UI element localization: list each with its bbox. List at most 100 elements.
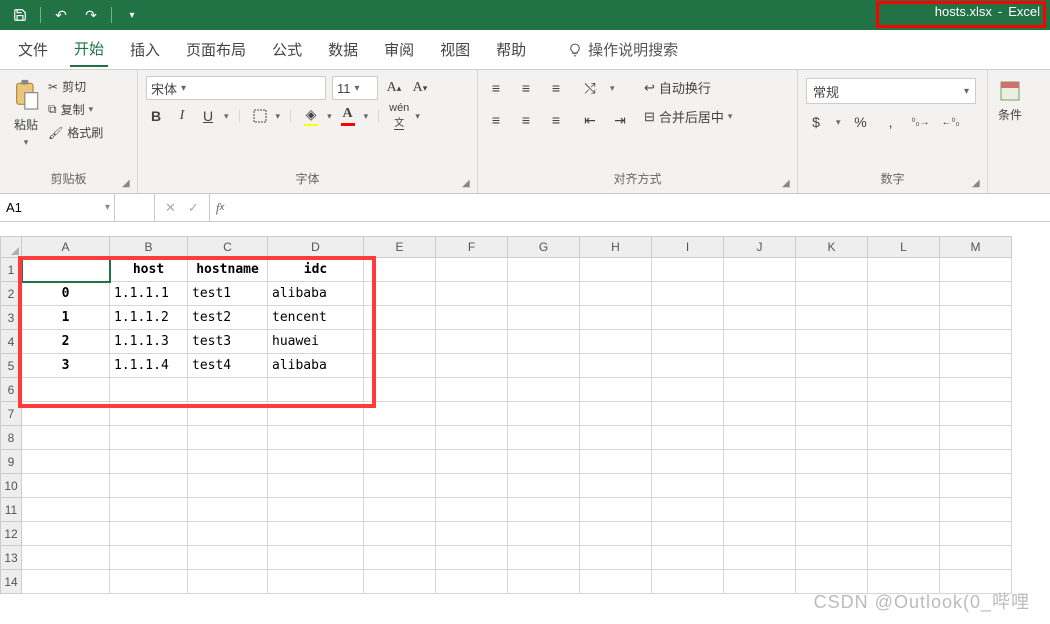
dialog-launcher-icon[interactable]: ◢	[972, 178, 984, 190]
cell[interactable]	[652, 426, 724, 450]
cell[interactable]: 1	[22, 306, 110, 330]
cell[interactable]	[268, 570, 364, 594]
cut-button[interactable]: ✂剪切	[48, 78, 103, 95]
cell[interactable]	[436, 258, 508, 282]
cell[interactable]	[110, 450, 188, 474]
cell[interactable]	[110, 546, 188, 570]
cell[interactable]	[508, 522, 580, 546]
currency-button[interactable]: $	[806, 112, 826, 132]
cell[interactable]	[268, 378, 364, 402]
wrap-text-button[interactable]: ↩自动换行	[644, 78, 732, 97]
cell[interactable]: host	[110, 258, 188, 282]
cell[interactable]	[724, 306, 796, 330]
align-top-icon[interactable]: ≡	[486, 78, 506, 98]
cell[interactable]	[724, 498, 796, 522]
cell[interactable]	[364, 498, 436, 522]
column-header[interactable]: M	[940, 236, 1012, 258]
enter-icon[interactable]: ✓	[188, 200, 199, 216]
undo-icon[interactable]: ↶	[51, 5, 71, 25]
align-right-icon[interactable]: ≡	[546, 110, 566, 130]
row-header[interactable]: 8	[0, 426, 22, 450]
cell[interactable]	[188, 426, 268, 450]
cell[interactable]	[268, 498, 364, 522]
cell[interactable]	[188, 498, 268, 522]
align-middle-icon[interactable]: ≡	[516, 78, 536, 98]
cell[interactable]	[268, 402, 364, 426]
font-name-select[interactable]: 宋体▾	[146, 76, 326, 100]
cell[interactable]	[580, 426, 652, 450]
cell[interactable]	[22, 474, 110, 498]
cell[interactable]	[868, 426, 940, 450]
tell-me-search[interactable]: 操作说明搜索	[568, 39, 678, 60]
column-header[interactable]: J	[724, 236, 796, 258]
bold-button[interactable]: B	[146, 106, 166, 126]
cell[interactable]	[364, 426, 436, 450]
decrease-decimal-button[interactable]: ←⁰₀	[941, 112, 961, 132]
cell[interactable]	[188, 450, 268, 474]
cell[interactable]	[724, 258, 796, 282]
cell[interactable]	[268, 426, 364, 450]
percent-button[interactable]: %	[851, 112, 871, 132]
number-format-select[interactable]: 常规▾	[806, 78, 976, 104]
cell[interactable]	[796, 402, 868, 426]
cell[interactable]	[940, 330, 1012, 354]
cell[interactable]: test1	[188, 282, 268, 306]
redo-icon[interactable]: ↷	[81, 5, 101, 25]
cell[interactable]: 3	[22, 354, 110, 378]
cell[interactable]	[796, 546, 868, 570]
cell[interactable]	[22, 426, 110, 450]
formula-input[interactable]	[230, 194, 1050, 221]
cell[interactable]: alibaba	[268, 354, 364, 378]
cell[interactable]	[508, 450, 580, 474]
cell[interactable]	[868, 306, 940, 330]
cell[interactable]	[268, 522, 364, 546]
row-header[interactable]: 11	[0, 498, 22, 522]
cell[interactable]	[22, 522, 110, 546]
cell[interactable]	[268, 546, 364, 570]
cell[interactable]	[724, 426, 796, 450]
cell[interactable]	[364, 546, 436, 570]
cell[interactable]	[110, 474, 188, 498]
cell[interactable]: 0	[22, 282, 110, 306]
cell[interactable]	[364, 282, 436, 306]
tab-review[interactable]: 审阅	[380, 33, 418, 66]
cell[interactable]	[868, 498, 940, 522]
cell[interactable]	[436, 498, 508, 522]
qat-customize-icon[interactable]: ▾	[122, 5, 142, 25]
row-header[interactable]: 9	[0, 450, 22, 474]
column-header[interactable]: I	[652, 236, 724, 258]
comma-button[interactable]: ,	[881, 112, 901, 132]
format-painter-button[interactable]: 🖌格式刷	[48, 124, 103, 141]
cell[interactable]	[364, 306, 436, 330]
cell[interactable]	[868, 378, 940, 402]
fx-label[interactable]: fx	[210, 194, 231, 221]
cell[interactable]	[940, 282, 1012, 306]
cell[interactable]	[796, 282, 868, 306]
row-header[interactable]: 13	[0, 546, 22, 570]
column-header[interactable]: D	[268, 236, 364, 258]
cell[interactable]	[22, 450, 110, 474]
column-header[interactable]: H	[580, 236, 652, 258]
cell[interactable]	[652, 498, 724, 522]
row-header[interactable]: 3	[0, 306, 22, 330]
cell[interactable]	[796, 378, 868, 402]
row-header[interactable]: 2	[0, 282, 22, 306]
cell[interactable]	[724, 570, 796, 594]
cell[interactable]	[364, 570, 436, 594]
tab-formulas[interactable]: 公式	[268, 33, 306, 66]
cell[interactable]	[652, 474, 724, 498]
cell[interactable]: 1.1.1.3	[110, 330, 188, 354]
cell[interactable]	[22, 402, 110, 426]
cell[interactable]	[796, 354, 868, 378]
cell[interactable]	[940, 474, 1012, 498]
cell[interactable]	[724, 450, 796, 474]
underline-button[interactable]: U	[198, 106, 218, 126]
cell[interactable]	[580, 330, 652, 354]
tab-insert[interactable]: 插入	[126, 33, 164, 66]
dropdown-icon[interactable]: ▾	[105, 202, 110, 213]
cell[interactable]	[580, 354, 652, 378]
cell[interactable]	[188, 402, 268, 426]
cell[interactable]	[436, 570, 508, 594]
row-header[interactable]: 4	[0, 330, 22, 354]
cell[interactable]	[364, 330, 436, 354]
